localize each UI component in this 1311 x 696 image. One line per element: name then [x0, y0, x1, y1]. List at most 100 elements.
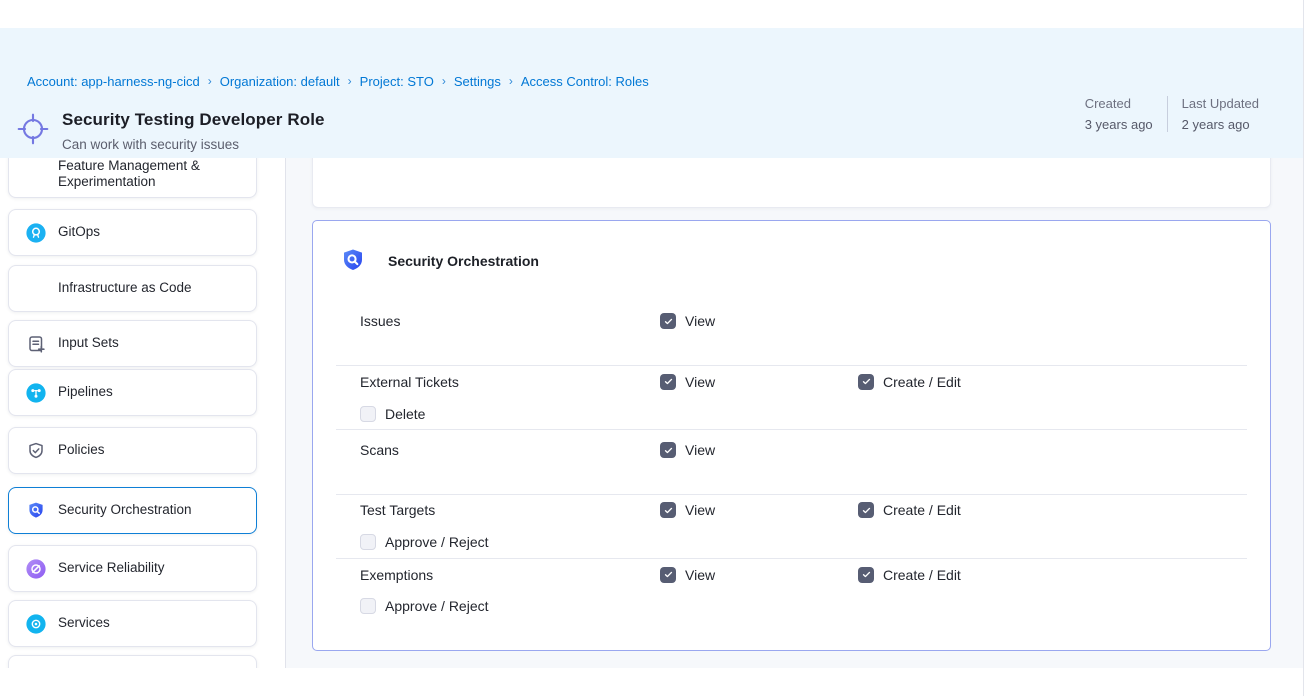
security-orchestration-shield-icon: [338, 246, 368, 276]
check-icon: [861, 376, 872, 387]
breadcrumb-link-settings[interactable]: Settings: [454, 74, 501, 89]
permission-cell: View: [660, 502, 858, 518]
checkbox-test-targets-view[interactable]: [660, 502, 676, 518]
breadcrumb-separator: ›: [208, 75, 212, 88]
infrastructure-as-code-icon: [25, 278, 47, 300]
permission-label: Create / Edit: [883, 567, 961, 583]
permission-cell: Create / Edit: [858, 374, 1053, 390]
sidebar-item-pipelines[interactable]: Pipelines: [8, 369, 257, 416]
sidebar-item-label: Input Sets: [58, 335, 119, 352]
checkbox-test-targets-approve-reject[interactable]: [360, 534, 376, 550]
permission-cell: Create / Edit: [858, 502, 1053, 518]
permission-label: View: [685, 567, 715, 583]
sidebar-item-input-sets[interactable]: Input Sets: [8, 320, 257, 367]
checkbox-external-tickets-delete[interactable]: [360, 406, 376, 422]
created-meta: Created 3 years ago: [1071, 96, 1167, 132]
checkbox-external-tickets-create-edit[interactable]: [858, 374, 874, 390]
last-updated-meta: Last Updated 2 years ago: [1167, 96, 1273, 132]
resource-sidebar: Feature Management & Experimentation GitO…: [0, 158, 285, 668]
breadcrumb-link-organization-default[interactable]: Organization: default: [220, 74, 340, 89]
checkbox-scans-view[interactable]: [660, 442, 676, 458]
resource-label: Issues: [360, 313, 660, 329]
sidebar-item-label: GitOps: [58, 224, 100, 241]
role-title-block: Security Testing Developer Role Can work…: [15, 110, 325, 152]
permission-label: Approve / Reject: [385, 598, 489, 614]
permission-row-external-tickets: External Tickets View Create / Edit Delete: [336, 365, 1247, 429]
resource-label: Exemptions: [360, 567, 660, 583]
sidebar-item-infrastructure-as-code[interactable]: Infrastructure as Code: [8, 265, 257, 312]
services-icon: [25, 613, 47, 635]
last-updated-value: 2 years ago: [1182, 117, 1259, 132]
permission-cell: View: [660, 567, 858, 583]
sidebar-item-label: Pipelines: [58, 384, 113, 401]
permission-row-exemptions: Exemptions View Create / Edit Approve / Rej…: [336, 558, 1247, 622]
resource-label: External Tickets: [360, 374, 660, 390]
permission-row-scans: Scans View: [336, 429, 1247, 493]
sidebar-item-security-orchestration[interactable]: Security Orchestration: [8, 487, 257, 534]
permission-cell: View: [660, 313, 858, 329]
sidebar-divider: [285, 158, 286, 668]
gitops-icon: [25, 222, 47, 244]
sidebar-item-partial[interactable]: [8, 655, 257, 668]
permission-rows: Issues View External Tickets View Create / E…: [336, 301, 1247, 622]
permission-cell: View: [660, 442, 858, 458]
breadcrumb-link-project-sto[interactable]: Project: STO: [360, 74, 434, 89]
checkbox-exemptions-approve-reject[interactable]: [360, 598, 376, 614]
sidebar-item-label: Infrastructure as Code: [58, 280, 192, 297]
check-icon: [663, 569, 674, 580]
breadcrumb: Account: app-harness-ng-cicd › Organizatio…: [27, 74, 649, 89]
permission-label: Delete: [385, 406, 425, 422]
sidebar-item-service-reliability[interactable]: Service Reliability: [8, 545, 257, 592]
checkbox-external-tickets-view[interactable]: [660, 374, 676, 390]
permission-label: View: [685, 313, 715, 329]
role-meta: Created 3 years ago Last Updated 2 years…: [1071, 96, 1273, 132]
permission-label: Create / Edit: [883, 374, 961, 390]
permission-cell: Delete: [360, 406, 660, 422]
pipelines-icon: [25, 382, 47, 404]
page-title: Security Testing Developer Role: [62, 110, 325, 130]
service-reliability-icon: [25, 558, 47, 580]
breadcrumb-separator: ›: [348, 75, 352, 88]
created-value: 3 years ago: [1085, 117, 1153, 132]
policies-icon: [25, 440, 47, 462]
security-orchestration-icon: [25, 500, 47, 522]
permission-label: View: [685, 502, 715, 518]
sidebar-item-label: Feature Management & Experimentation: [58, 158, 246, 191]
panel-header: Security Orchestration: [313, 221, 1270, 301]
panel-title: Security Orchestration: [388, 253, 539, 269]
role-target-icon: [15, 111, 51, 147]
sidebar-item-services[interactable]: Services: [8, 600, 257, 647]
check-icon: [861, 569, 872, 580]
permission-cell: View: [660, 374, 858, 390]
breadcrumb-link-access-control-roles[interactable]: Access Control: Roles: [521, 74, 649, 89]
page-header: Account: app-harness-ng-cicd › Organizatio…: [0, 28, 1303, 158]
permission-row-test-targets: Test TargetsViewCreate / EditApprove / R…: [336, 494, 1247, 558]
permission-label: Create / Edit: [883, 502, 961, 518]
created-label: Created: [1085, 96, 1153, 111]
check-icon: [663, 445, 674, 456]
sidebar-item-label: Services: [58, 615, 110, 632]
sidebar-item-policies[interactable]: Policies: [8, 427, 257, 474]
permission-label: Approve / Reject: [385, 534, 489, 550]
page-subtitle: Can work with security issues: [62, 137, 325, 152]
sidebar-item-label: Policies: [58, 442, 105, 459]
checkbox-test-targets-create-edit[interactable]: [858, 502, 874, 518]
resource-label: Scans: [360, 442, 660, 458]
checkbox-exemptions-view[interactable]: [660, 567, 676, 583]
permission-label: View: [685, 442, 715, 458]
permission-cell: Approve / Reject: [360, 534, 660, 550]
sidebar-item-gitops[interactable]: GitOps: [8, 209, 257, 256]
check-icon: [663, 505, 674, 516]
checkbox-exemptions-create-edit[interactable]: [858, 567, 874, 583]
feature-management-icon: [25, 163, 47, 185]
sidebar-item-label: Service Reliability: [58, 560, 165, 577]
breadcrumb-separator: ›: [509, 75, 513, 88]
breadcrumb-link-account-app-harness-ng-cicd[interactable]: Account: app-harness-ng-cicd: [27, 74, 200, 89]
permission-label: View: [685, 374, 715, 390]
page-right-border: [1303, 0, 1304, 696]
checkbox-issues-view[interactable]: [660, 313, 676, 329]
sidebar-item-label: Security Orchestration: [58, 502, 192, 519]
sidebar-item-feature-management-experimentation[interactable]: Feature Management & Experimentation: [8, 158, 257, 198]
input-sets-icon: [25, 333, 47, 355]
last-updated-label: Last Updated: [1182, 96, 1259, 111]
